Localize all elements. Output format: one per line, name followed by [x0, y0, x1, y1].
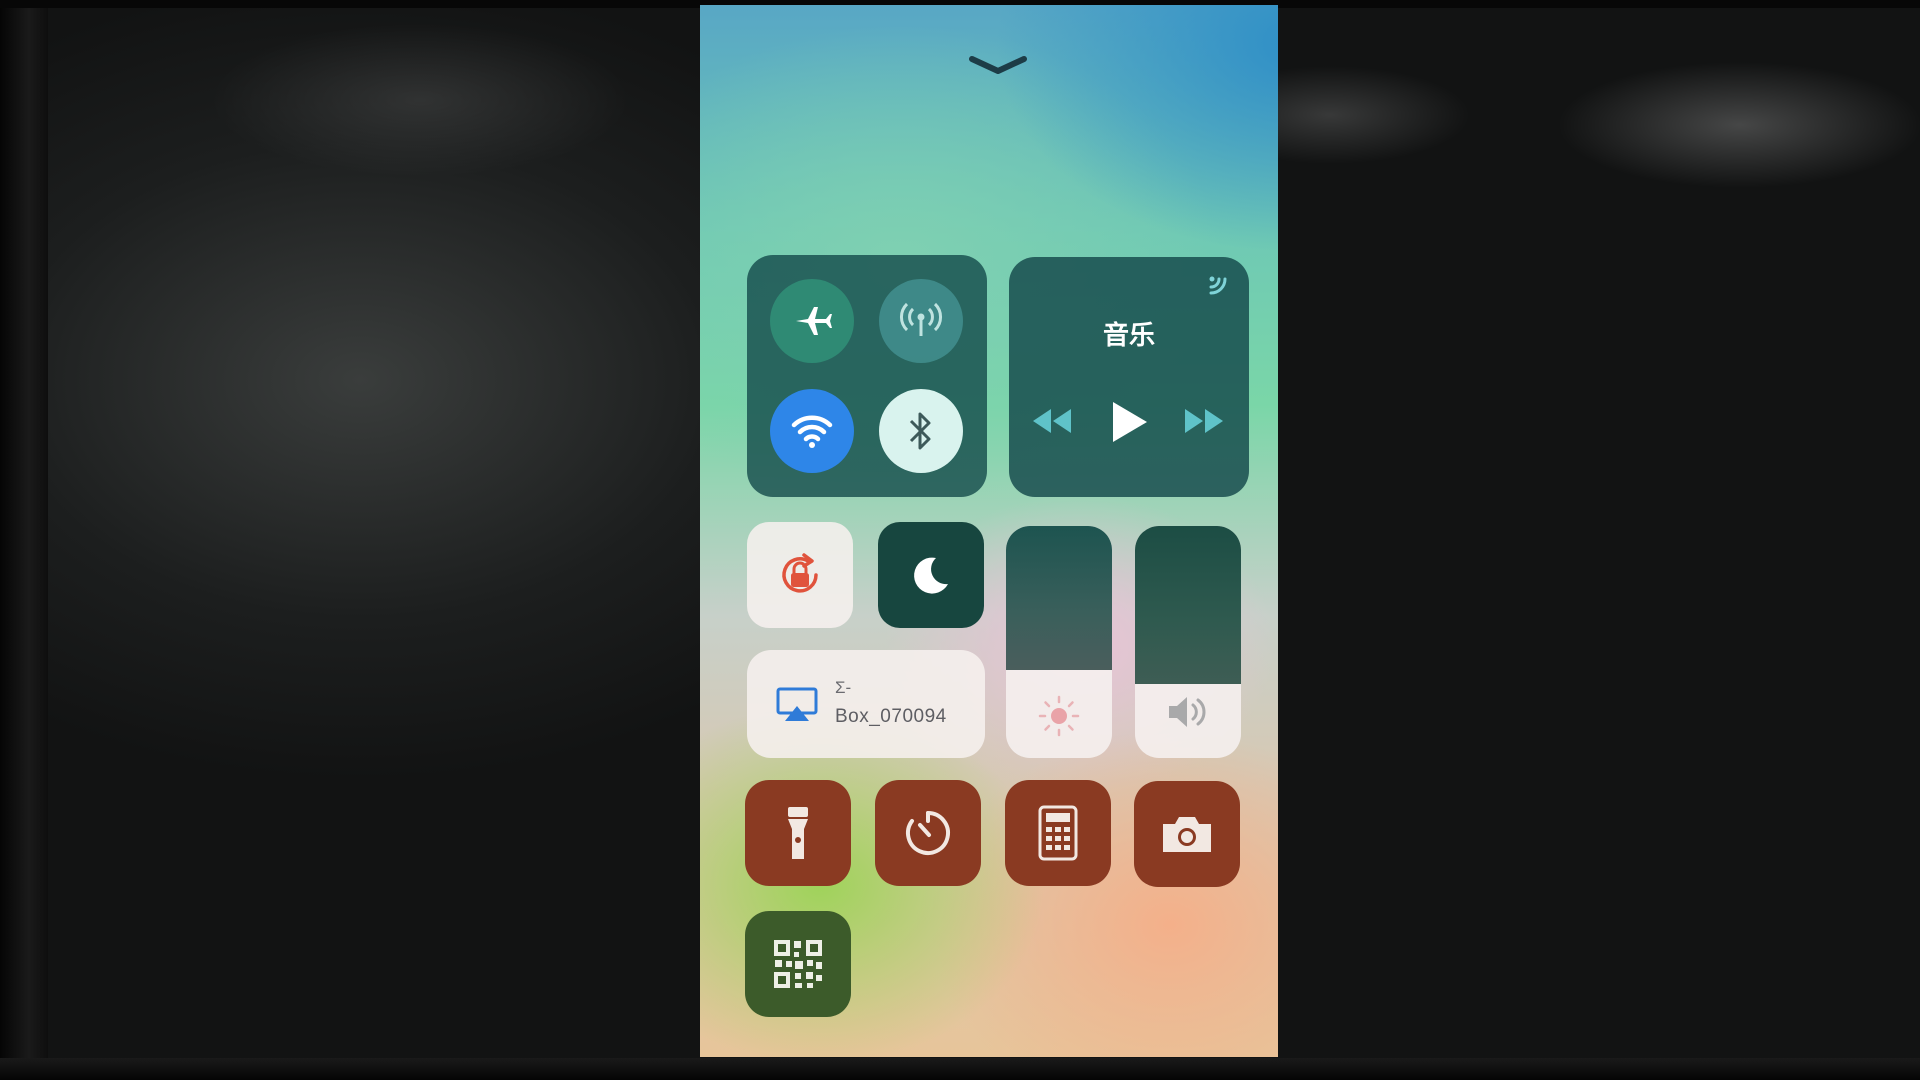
rewind-icon [1033, 409, 1071, 433]
speaker-icon [1169, 697, 1206, 727]
bluetooth-icon [909, 412, 931, 450]
play-button[interactable] [1107, 399, 1151, 445]
airplane-icon [796, 307, 832, 335]
monitor-bezel-left [0, 0, 48, 1080]
qr-scanner-button[interactable] [745, 911, 851, 1017]
rotation-lock-toggle[interactable] [747, 522, 853, 628]
airplay-audio-icon[interactable] [1205, 271, 1233, 299]
cellular-data-toggle[interactable] [879, 279, 963, 363]
camera-button[interactable] [1134, 781, 1240, 887]
control-center-panel: 音乐 Σ- Box_070094 [700, 5, 1278, 1057]
cellular-data-icon [900, 302, 942, 336]
qr-code-icon [774, 940, 822, 988]
sun-icon [1038, 695, 1080, 737]
volume-slider-empty [1135, 526, 1241, 684]
brightness-slider[interactable] [1006, 526, 1112, 758]
wifi-icon [791, 415, 833, 448]
screen-mirroring-icon [776, 687, 818, 721]
timer-button[interactable] [875, 780, 981, 886]
mirroring-device-line1: Σ- [835, 678, 852, 697]
music-title: 音乐 [1102, 320, 1155, 350]
airplane-mode-toggle[interactable] [770, 279, 854, 363]
timer-icon [906, 811, 950, 855]
previous-track-button[interactable] [1029, 407, 1077, 435]
next-track-button[interactable] [1179, 407, 1227, 435]
mirroring-device-name: Box_070094 [835, 706, 947, 727]
flashlight-icon [788, 807, 808, 859]
volume-icon-wrap [1135, 692, 1241, 732]
moon-icon [914, 557, 948, 594]
rotation-lock-icon [782, 553, 818, 593]
connectivity-module[interactable] [747, 255, 987, 497]
brightness-slider-empty [1006, 526, 1112, 670]
volume-slider[interactable] [1135, 526, 1241, 758]
camera-icon [1163, 817, 1211, 852]
do-not-disturb-toggle[interactable] [878, 522, 984, 628]
brightness-icon-wrap [1006, 692, 1112, 740]
bluetooth-toggle[interactable] [879, 389, 963, 473]
screen-mirroring-button[interactable]: Σ- Box_070094 [747, 650, 985, 758]
calculator-button[interactable] [1005, 780, 1111, 886]
fast-forward-icon [1185, 409, 1223, 433]
calculator-icon [1038, 805, 1078, 861]
flashlight-button[interactable] [745, 780, 851, 886]
play-icon [1113, 402, 1147, 442]
monitor-bezel-bottom [0, 1058, 1920, 1080]
chevron-down-icon[interactable] [968, 53, 1028, 77]
music-module[interactable]: 音乐 [1009, 257, 1249, 497]
wifi-toggle[interactable] [770, 389, 854, 473]
